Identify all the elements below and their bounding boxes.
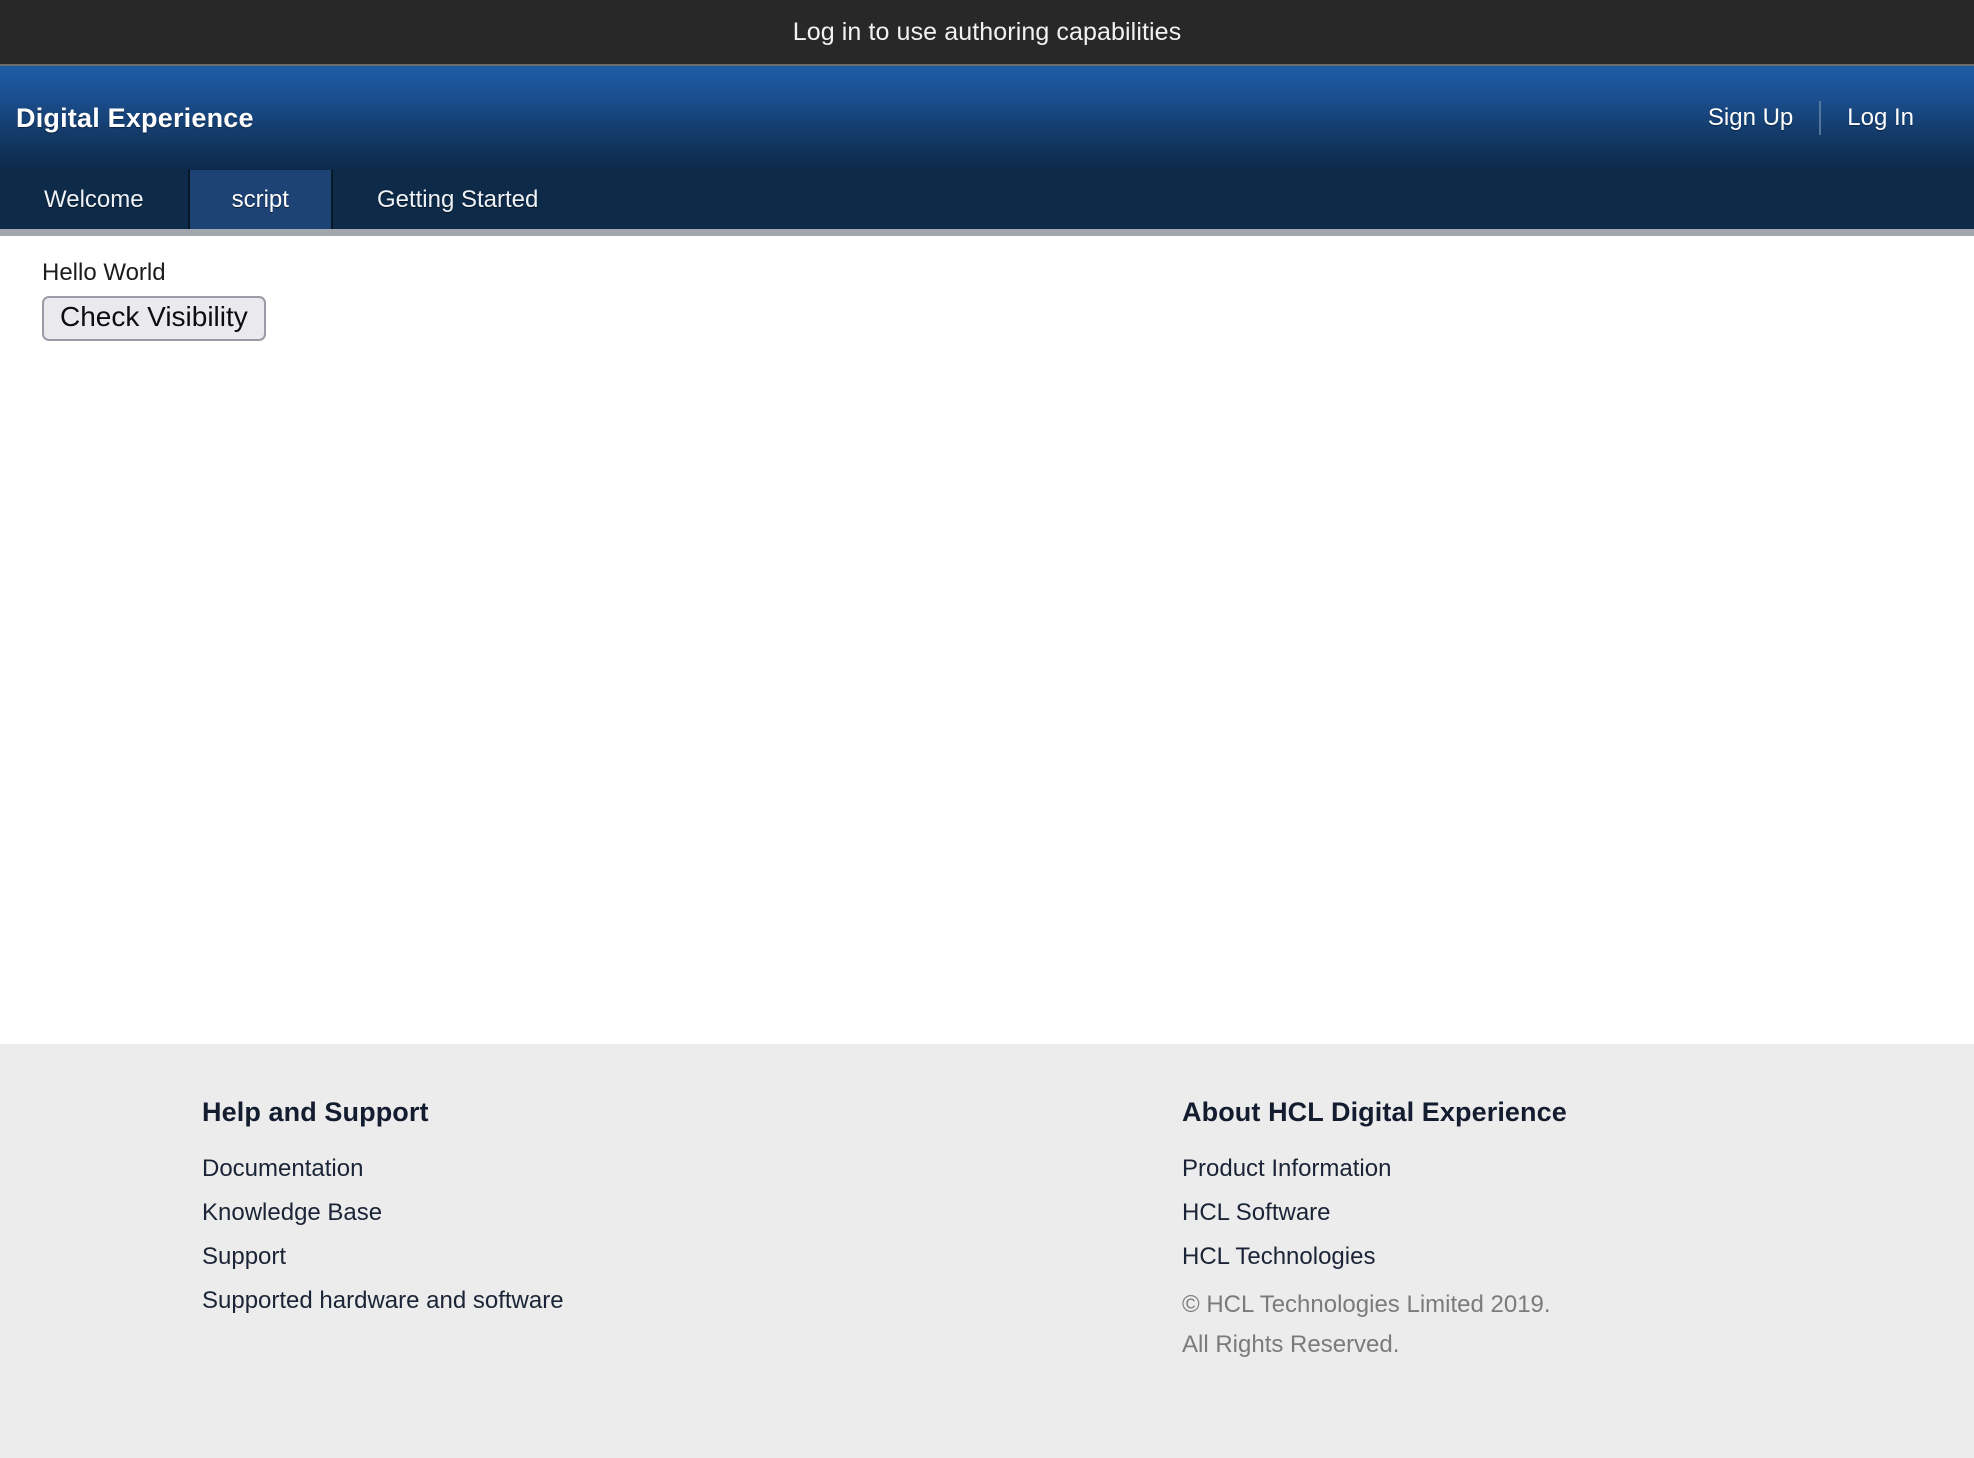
footer-column-help-and-support: Help and Support Documentation Knowledge… (202, 1096, 1182, 1458)
footer-heading-help-and-support: Help and Support (202, 1097, 429, 1127)
main-content: Hello World Check Visibility (0, 236, 1974, 1044)
nav-tab-script[interactable]: script (187, 170, 333, 229)
copyright-line-2: All Rights Reserved. (1182, 1331, 1400, 1359)
page-root: Log in to use authoring capabilities Dig… (0, 0, 1974, 1458)
log-in-link[interactable]: Log In (1821, 106, 1940, 130)
navigation-bar: Welcome script Getting Started (0, 170, 1974, 236)
sign-up-link[interactable]: Sign Up (1682, 106, 1819, 130)
footer-link-knowledge-base[interactable]: Knowledge Base (202, 1201, 1182, 1225)
site-header: Digital Experience Sign Up Log In (0, 66, 1974, 170)
authoring-banner: Log in to use authoring capabilities (0, 0, 1974, 66)
footer-link-supported-hardware-and-software[interactable]: Supported hardware and software (202, 1289, 1182, 1313)
footer-link-product-information[interactable]: Product Information (1182, 1157, 1882, 1181)
header-actions: Sign Up Log In (1682, 101, 1940, 135)
footer-link-documentation[interactable]: Documentation (202, 1157, 1182, 1181)
check-visibility-button[interactable]: Check Visibility (42, 296, 266, 342)
header-divider (1819, 101, 1822, 135)
hello-world-text: Hello World (42, 259, 166, 286)
brand-title: Digital Experience (16, 102, 254, 133)
site-footer: Help and Support Documentation Knowledge… (0, 1044, 1974, 1458)
footer-link-hcl-software[interactable]: HCL Software (1182, 1201, 1882, 1225)
footer-heading-about: About HCL Digital Experience (1182, 1097, 1567, 1127)
footer-link-hcl-technologies[interactable]: HCL Technologies (1182, 1245, 1882, 1269)
nav-tab-getting-started[interactable]: Getting Started (333, 170, 582, 229)
copyright-line-1: © HCL Technologies Limited 2019. (1182, 1291, 1551, 1319)
footer-column-about: About HCL Digital Experience Product Inf… (1182, 1096, 1882, 1458)
authoring-banner-text: Log in to use authoring capabilities (792, 17, 1182, 46)
nav-tab-welcome[interactable]: Welcome (0, 170, 188, 229)
footer-link-support[interactable]: Support (202, 1245, 1182, 1269)
